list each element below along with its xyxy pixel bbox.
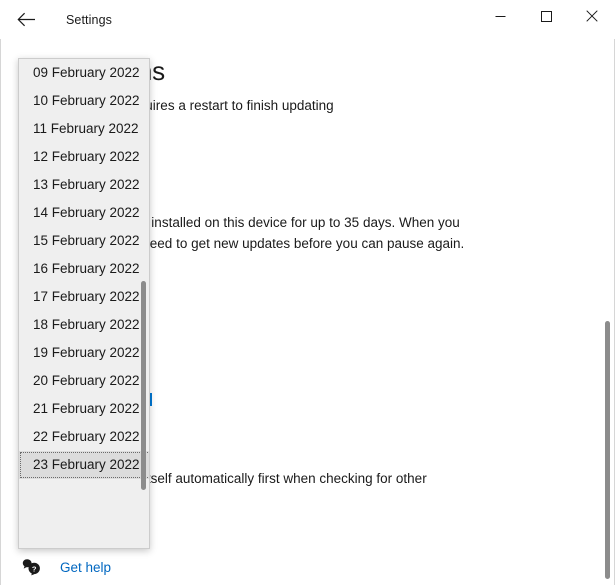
dropdown-item[interactable]: 14 February 2022 <box>19 199 149 227</box>
dropdown-item[interactable]: 21 February 2022 <box>19 395 149 423</box>
dropdown-item[interactable]: 22 February 2022 <box>19 423 149 451</box>
dropdown-item[interactable]: 09 February 2022 <box>19 59 149 87</box>
maximize-icon <box>540 10 552 22</box>
title-bar: Settings <box>0 0 615 39</box>
dropdown-item[interactable]: 16 February 2022 <box>19 255 149 283</box>
dropdown-item[interactable]: 18 February 2022 <box>19 311 149 339</box>
help-bubble-icon: ? <box>21 556 43 578</box>
get-help-label: Get help <box>60 559 112 575</box>
close-button[interactable] <box>569 0 615 32</box>
dropdown-scrollbar[interactable] <box>137 59 149 548</box>
date-dropdown-popup[interactable]: 09 February 2022 10 February 2022 11 Febru… <box>18 58 150 549</box>
window-title: Settings <box>66 12 112 27</box>
dropdown-item[interactable]: 19 February 2022 <box>19 339 149 367</box>
dropdown-item[interactable]: 13 February 2022 <box>19 171 149 199</box>
close-icon <box>586 10 598 22</box>
dropdown-item[interactable]: 17 February 2022 <box>19 283 149 311</box>
dropdown-item[interactable]: 12 February 2022 <box>19 143 149 171</box>
dropdown-item[interactable]: 10 February 2022 <box>19 87 149 115</box>
page-scrollbar-thumb[interactable] <box>605 321 610 579</box>
get-help-link[interactable]: ? Get help <box>21 554 111 580</box>
dropdown-item[interactable]: 23 February 2022 <box>19 451 149 479</box>
date-dropdown-list: 09 February 2022 10 February 2022 11 Febru… <box>19 59 149 479</box>
dropdown-item[interactable]: 20 February 2022 <box>19 367 149 395</box>
minimize-icon <box>495 11 506 22</box>
dropdown-scrollbar-thumb[interactable] <box>141 281 146 490</box>
maximize-button[interactable] <box>523 0 569 32</box>
back-button[interactable] <box>4 4 48 36</box>
dropdown-item[interactable]: 11 February 2022 <box>19 115 149 143</box>
page-scrollbar[interactable] <box>600 39 614 585</box>
caption-buttons <box>477 0 615 32</box>
minimize-button[interactable] <box>477 0 523 32</box>
dropdown-item[interactable]: 15 February 2022 <box>19 227 149 255</box>
back-arrow-icon <box>16 12 36 27</box>
svg-text:?: ? <box>32 564 37 573</box>
